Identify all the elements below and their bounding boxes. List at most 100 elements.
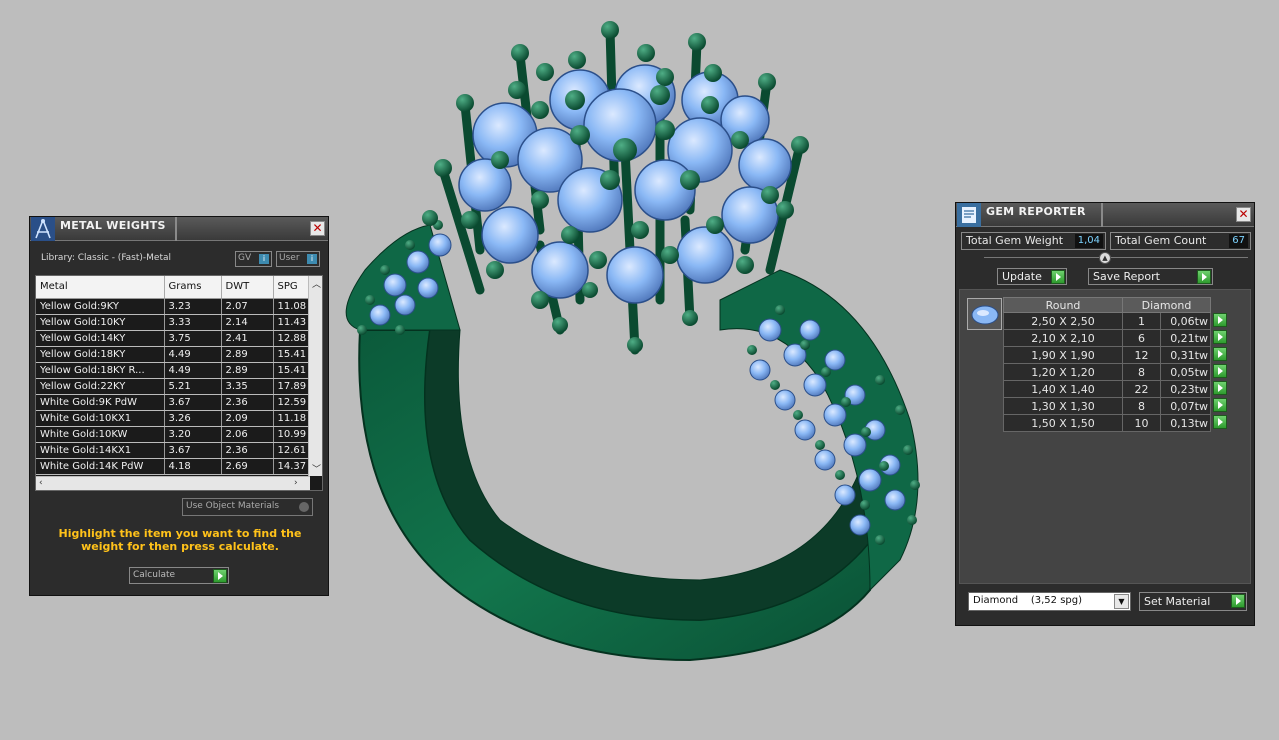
metal-row[interactable]: Yellow Gold:18KY R... 4.49 2.89 15.41: [36, 362, 311, 379]
gem-weight-cell: 0,07tw: [1160, 397, 1211, 415]
material-select[interactable]: Diamond (3,52 spg) ▼: [968, 592, 1131, 611]
gem-row[interactable]: 2,10 X 2,10 6 0,21tw: [1003, 329, 1228, 347]
gem-row-go-button[interactable]: [1211, 397, 1228, 415]
column-header-metal[interactable]: Metal: [36, 276, 165, 299]
user-toggle[interactable]: User i: [276, 251, 320, 267]
panel-title: METAL WEIGHTS: [60, 219, 166, 232]
total-gem-count-label: Total Gem Count: [1115, 234, 1207, 247]
dwt-cell: 2.36: [221, 394, 274, 411]
chevron-down-icon[interactable]: ▼: [1114, 594, 1129, 609]
go-arrow-icon: [1212, 397, 1227, 412]
gem-weight-cell: 0,21tw: [1160, 329, 1211, 347]
gem-reporter-titlebar[interactable]: GEM REPORTER ✕: [956, 203, 1254, 227]
close-button[interactable]: ✕: [1236, 207, 1251, 222]
close-button[interactable]: ✕: [310, 221, 325, 236]
scroll-left-icon[interactable]: ‹: [39, 478, 43, 488]
gem-row[interactable]: 1,90 X 1,90 12 0,31tw: [1003, 346, 1228, 364]
report-icon: [957, 203, 981, 227]
grams-cell: 4.49: [164, 346, 222, 363]
gem-row[interactable]: 2,50 X 2,50 1 0,06tw: [1003, 312, 1228, 330]
round-diamond-icon[interactable]: [967, 298, 1002, 330]
metal-name-cell: Yellow Gold:9KY: [36, 298, 165, 315]
metal-row[interactable]: Yellow Gold:14KY 3.75 2.41 12.88: [36, 330, 311, 347]
gem-row-go-button[interactable]: [1211, 380, 1228, 398]
metal-row[interactable]: White Gold:14KX1 3.67 2.36 12.61: [36, 442, 311, 459]
gem-row[interactable]: 1,50 X 1,50 10 0,13tw: [1003, 414, 1228, 432]
metal-weights-panel: METAL WEIGHTS ✕ Library: Classic - (Fast…: [29, 216, 329, 596]
gem-size-cell: 1,90 X 1,90: [1003, 346, 1123, 364]
save-report-button[interactable]: Save Report: [1088, 268, 1213, 285]
gem-count-cell: 6: [1122, 329, 1161, 347]
go-arrow-icon: [1212, 414, 1227, 429]
update-button[interactable]: Update: [997, 268, 1067, 285]
dwt-cell: 2.36: [221, 442, 274, 459]
metal-table: Metal Grams DWT SPG Yellow Gold:9KY 3.23 2…: [36, 276, 311, 475]
grams-cell: 3.67: [164, 442, 222, 459]
metal-row[interactable]: Yellow Gold:9KY 3.23 2.07 11.08: [36, 298, 311, 315]
gv-toggle[interactable]: GV i: [235, 251, 272, 267]
go-arrow-icon: [1212, 312, 1227, 327]
dwt-cell: 2.07: [221, 298, 274, 315]
gem-row[interactable]: 1,30 X 1,30 8 0,07tw: [1003, 397, 1228, 415]
metal-name-cell: Yellow Gold:22KY: [36, 378, 165, 395]
metal-list[interactable]: Metal Grams DWT SPG Yellow Gold:9KY 3.23 2…: [35, 275, 323, 491]
gem-row-go-button[interactable]: [1211, 312, 1228, 330]
total-gem-count: Total Gem Count 67: [1110, 232, 1251, 250]
gem-row-go-button[interactable]: [1211, 414, 1228, 432]
metal-weights-titlebar[interactable]: METAL WEIGHTS ✕: [30, 217, 328, 241]
library-label: Library: Classic - (Fast)-Metal: [41, 253, 172, 263]
dwt-cell: 2.41: [221, 330, 274, 347]
metal-row[interactable]: White Gold:9K PdW 3.67 2.36 12.59: [36, 394, 311, 411]
set-material-button[interactable]: Set Material: [1139, 592, 1247, 611]
scroll-down-icon[interactable]: ﹀: [312, 462, 321, 475]
gv-toggle-label: GV: [238, 253, 252, 263]
collapse-icon[interactable]: ▲: [1099, 252, 1111, 264]
gem-row-go-button[interactable]: [1211, 363, 1228, 381]
column-header-grams[interactable]: Grams: [164, 276, 222, 299]
spg-cell: 11.18: [273, 410, 311, 427]
horizontal-scrollbar[interactable]: ‹ ›: [36, 476, 310, 490]
grams-cell: 3.33: [164, 314, 222, 331]
use-object-materials-toggle[interactable]: Use Object Materials: [182, 498, 313, 516]
metal-name-cell: Yellow Gold:14KY: [36, 330, 165, 347]
panel-splitter[interactable]: [984, 257, 1248, 258]
gem-count-cell: 12: [1122, 346, 1161, 364]
grams-cell: 4.18: [164, 458, 222, 475]
calculate-button[interactable]: Calculate: [129, 567, 229, 584]
gem-weight-cell: 0,13tw: [1160, 414, 1211, 432]
metal-row[interactable]: Yellow Gold:18KY 4.49 2.89 15.41: [36, 346, 311, 363]
column-header-spg[interactable]: SPG: [273, 276, 311, 299]
gem-count-cell: 8: [1122, 363, 1161, 381]
grams-cell: 3.75: [164, 330, 222, 347]
metal-row[interactable]: White Gold:10KW 3.20 2.06 10.99: [36, 426, 311, 443]
gem-row-go-button[interactable]: [1211, 329, 1228, 347]
gem-list-area: Round Diamond 2,50 X 2,50 1 0,06tw 2,10 X 2…: [959, 289, 1251, 584]
save-report-label: Save Report: [1093, 270, 1160, 283]
gem-row-go-button[interactable]: [1211, 346, 1228, 364]
metal-row[interactable]: Yellow Gold:22KY 5.21 3.35 17.89: [36, 378, 311, 395]
dwt-cell: 2.69: [221, 458, 274, 475]
gem-count-cell: 10: [1122, 414, 1161, 432]
grams-cell: 5.21: [164, 378, 222, 395]
grams-cell: 4.49: [164, 362, 222, 379]
metal-row[interactable]: Yellow Gold:10KY 3.33 2.14 11.43: [36, 314, 311, 331]
gem-size-cell: 2,10 X 2,10: [1003, 329, 1123, 347]
vertical-scrollbar[interactable]: ︿ ﹀: [308, 276, 322, 476]
spg-cell: 11.08: [273, 298, 311, 315]
spg-cell: 15.41: [273, 362, 311, 379]
metal-name-cell: Yellow Gold:18KY: [36, 346, 165, 363]
column-header-dwt[interactable]: DWT: [221, 276, 274, 299]
metal-row[interactable]: White Gold:10KX1 3.26 2.09 11.18: [36, 410, 311, 427]
gem-row[interactable]: 1,40 X 1,40 22 0,23tw: [1003, 380, 1228, 398]
grams-cell: 3.67: [164, 394, 222, 411]
metal-name-cell: White Gold:10KX1: [36, 410, 165, 427]
metal-row[interactable]: White Gold:14K PdW 4.18 2.69 14.37: [36, 458, 311, 475]
go-arrow-icon: [1212, 346, 1227, 361]
scroll-right-icon[interactable]: ›: [294, 478, 298, 488]
gem-row[interactable]: 1,20 X 1,20 8 0,05tw: [1003, 363, 1228, 381]
gem-size-cell: 1,20 X 1,20: [1003, 363, 1123, 381]
go-arrow-icon: [1197, 270, 1211, 284]
scroll-up-icon[interactable]: ︿: [312, 277, 321, 290]
total-gem-weight: Total Gem Weight 1,04: [961, 232, 1106, 250]
dwt-cell: 2.06: [221, 426, 274, 443]
